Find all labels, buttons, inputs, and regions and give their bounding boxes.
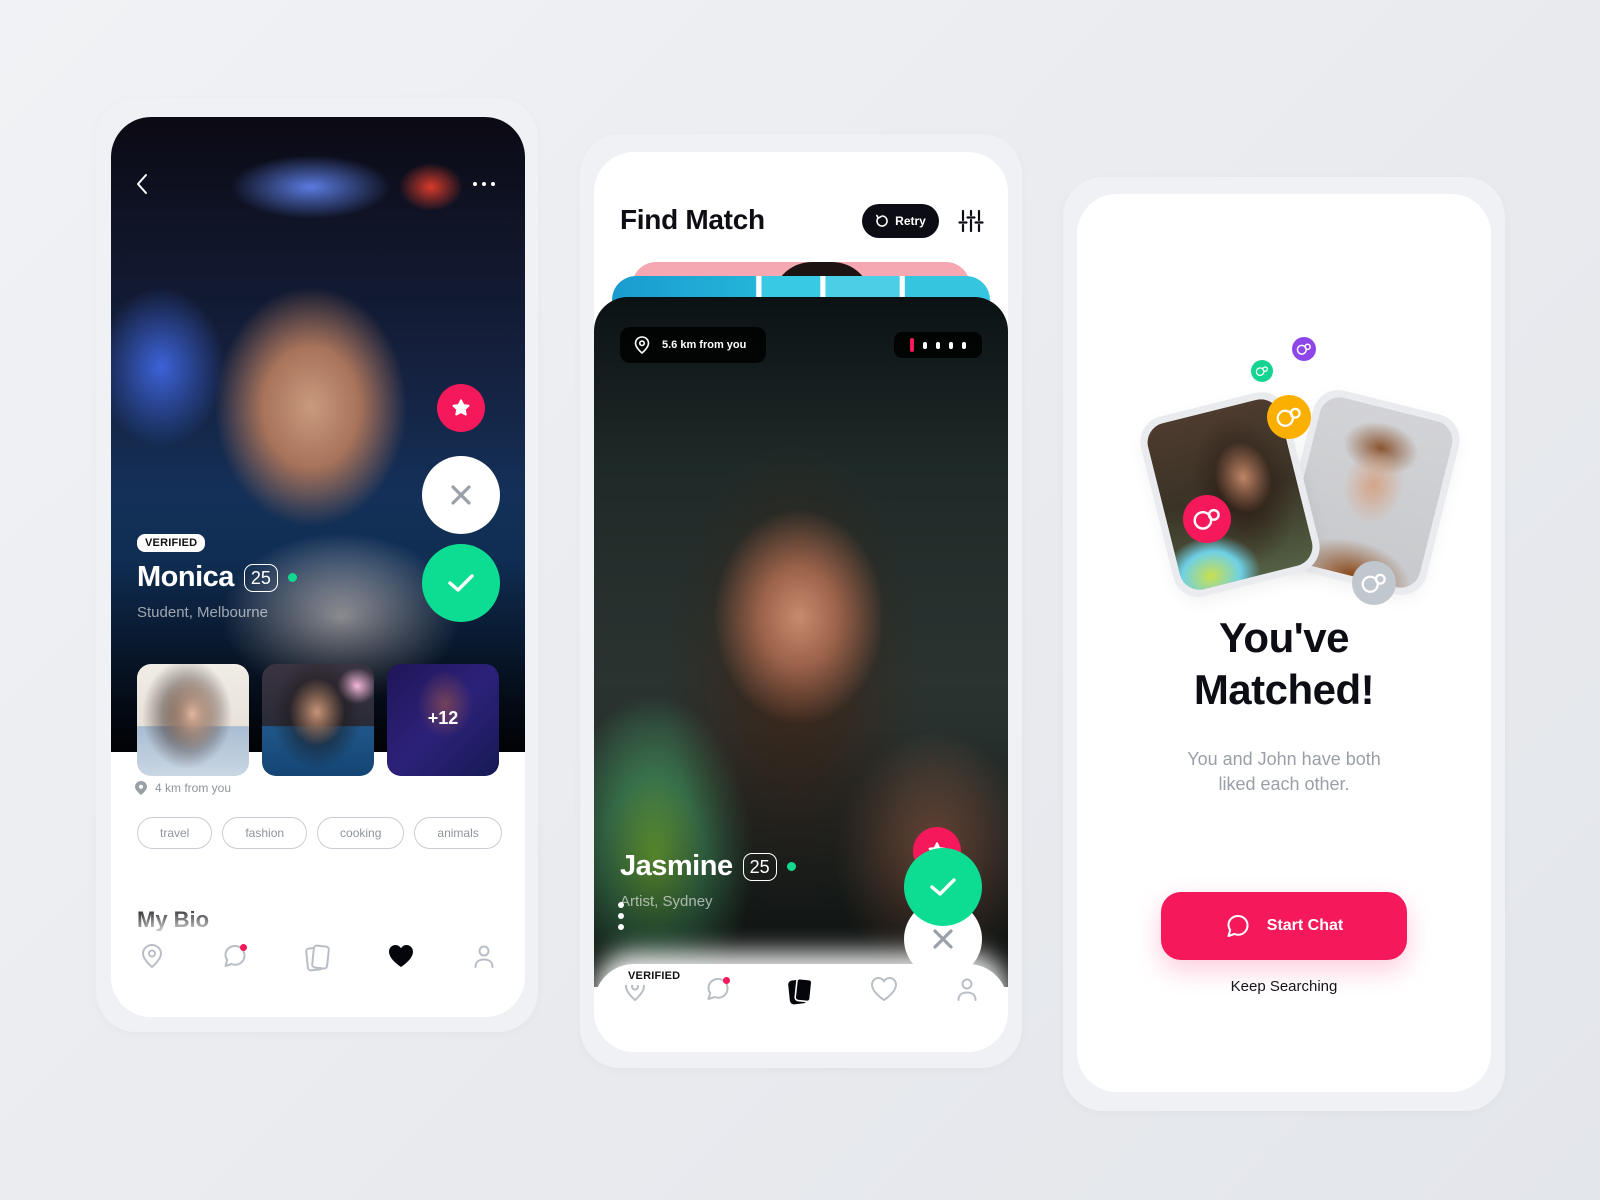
- super-like-button[interactable]: [437, 384, 485, 432]
- match-subtitle: You and John have both liked each other.: [1077, 747, 1491, 797]
- pager-indicator[interactable]: [936, 341, 940, 349]
- nav-item-messages[interactable]: [217, 943, 253, 979]
- retry-label: Retry: [895, 214, 926, 228]
- online-status-dot: [786, 862, 796, 871]
- star-icon: [452, 399, 470, 416]
- chevron-left-icon: [137, 174, 147, 194]
- profile-hero-photo: [111, 117, 525, 752]
- more-photos-count: +12: [427, 708, 459, 728]
- match-bubble-icon: [1267, 395, 1311, 439]
- age-badge: 25: [742, 852, 777, 881]
- match-bubble-icon: [1292, 337, 1316, 361]
- more-options-button[interactable]: [473, 179, 501, 189]
- keep-searching-link[interactable]: Keep Searching: [1077, 978, 1491, 995]
- match-name-row: Jasmine 25: [620, 850, 796, 883]
- match-subtitle-line2: liked each other.: [1218, 774, 1350, 794]
- bio-heading: My Bio: [137, 907, 210, 932]
- map-pin-icon: [142, 943, 163, 969]
- age-badge: 25: [243, 563, 278, 592]
- distance-pill: 5.6 km from you: [620, 327, 766, 363]
- heart-icon: [388, 945, 413, 967]
- match-bubble-icon: [1352, 561, 1396, 605]
- interest-tags: travel fashion cooking animals: [137, 817, 502, 849]
- match-name: Jasmine: [620, 850, 733, 882]
- find-match-screen: Find Match Retry 5.6 km from you VERIFIE…: [594, 152, 1008, 1052]
- interest-tag[interactable]: travel: [137, 817, 213, 849]
- like-button[interactable]: [422, 544, 500, 622]
- gallery-photo[interactable]: [137, 664, 249, 776]
- nav-item-messages[interactable]: [700, 976, 736, 1012]
- photo-gallery: +12: [137, 664, 499, 776]
- pager-indicator[interactable]: [949, 341, 953, 349]
- match-title: You've Matched!: [1077, 612, 1491, 716]
- distance-text: 5.6 km from you: [662, 339, 747, 351]
- pager-indicator-active[interactable]: [910, 338, 914, 352]
- gallery-photo-more[interactable]: +12: [387, 664, 499, 776]
- more-dot: [482, 182, 486, 186]
- nav-item-profile[interactable]: [466, 943, 502, 979]
- interest-tag[interactable]: fashion: [222, 817, 308, 849]
- user-icon: [474, 945, 494, 968]
- profile-subtitle: Student, Melbourne: [137, 604, 268, 621]
- more-dot: [618, 924, 624, 930]
- nav-item-likes-active[interactable]: [383, 943, 419, 979]
- distance-row: 4 km from you: [135, 781, 231, 795]
- user-icon: [957, 978, 977, 1001]
- nav-item-location[interactable]: [134, 943, 170, 979]
- match-bubble-icon: [1183, 495, 1231, 543]
- close-icon: [933, 929, 953, 949]
- start-chat-label: Start Chat: [1266, 917, 1344, 934]
- bottom-nav: [111, 931, 525, 1017]
- profile-name: Monica: [137, 561, 234, 593]
- sliders-icon: [958, 209, 984, 233]
- cards-icon: [305, 944, 330, 972]
- refresh-icon: [876, 214, 888, 227]
- gallery-photo[interactable]: [262, 664, 374, 776]
- photo-pager: [894, 332, 982, 358]
- matched-screen: You've Matched! You and John have both l…: [1077, 194, 1491, 1092]
- page-title: Find Match: [620, 204, 765, 235]
- heart-icon: [870, 976, 897, 1002]
- verified-badge: VERIFIED: [620, 967, 689, 985]
- back-button[interactable]: [133, 172, 153, 196]
- map-pin-icon: [634, 336, 650, 354]
- nav-item-cards-active[interactable]: [783, 976, 819, 1012]
- interest-tag[interactable]: animals: [414, 817, 502, 849]
- chat-bubble-icon: [1227, 915, 1249, 937]
- profile-name-row: Monica 25: [137, 561, 297, 594]
- profile-screen: VERIFIED Monica 25 Student, Melbourne +1…: [111, 117, 525, 1017]
- match-title-line1: You've: [1219, 614, 1349, 661]
- verified-badge: VERIFIED: [137, 534, 206, 552]
- pager-indicator[interactable]: [923, 341, 927, 349]
- nav-item-cards[interactable]: [300, 943, 336, 979]
- more-horizontal-icon: [473, 182, 477, 186]
- check-icon: [930, 878, 956, 896]
- check-icon: [448, 574, 474, 592]
- like-button[interactable]: [904, 848, 982, 926]
- cards-icon: [788, 977, 813, 1005]
- match-title-line2: Matched!: [1193, 666, 1375, 713]
- match-bubble-icon: [1251, 360, 1273, 382]
- pager-indicator[interactable]: [962, 341, 966, 349]
- nav-item-likes[interactable]: [866, 976, 902, 1012]
- online-status-dot: [287, 573, 297, 582]
- start-chat-button[interactable]: Start Chat: [1161, 892, 1407, 960]
- distance-text: 4 km from you: [155, 781, 232, 795]
- dislike-button[interactable]: [422, 456, 500, 534]
- more-dot: [618, 913, 624, 919]
- filter-button[interactable]: [958, 208, 984, 234]
- interest-tag[interactable]: cooking: [317, 817, 405, 849]
- nav-item-profile[interactable]: [949, 976, 985, 1012]
- retry-button[interactable]: Retry: [862, 204, 939, 238]
- match-subtitle-line1: You and John have both: [1187, 749, 1381, 769]
- close-icon: [451, 485, 471, 505]
- more-dot: [491, 182, 495, 186]
- match-subtitle: Artist, Sydney: [620, 893, 713, 910]
- map-pin-icon: [135, 781, 147, 795]
